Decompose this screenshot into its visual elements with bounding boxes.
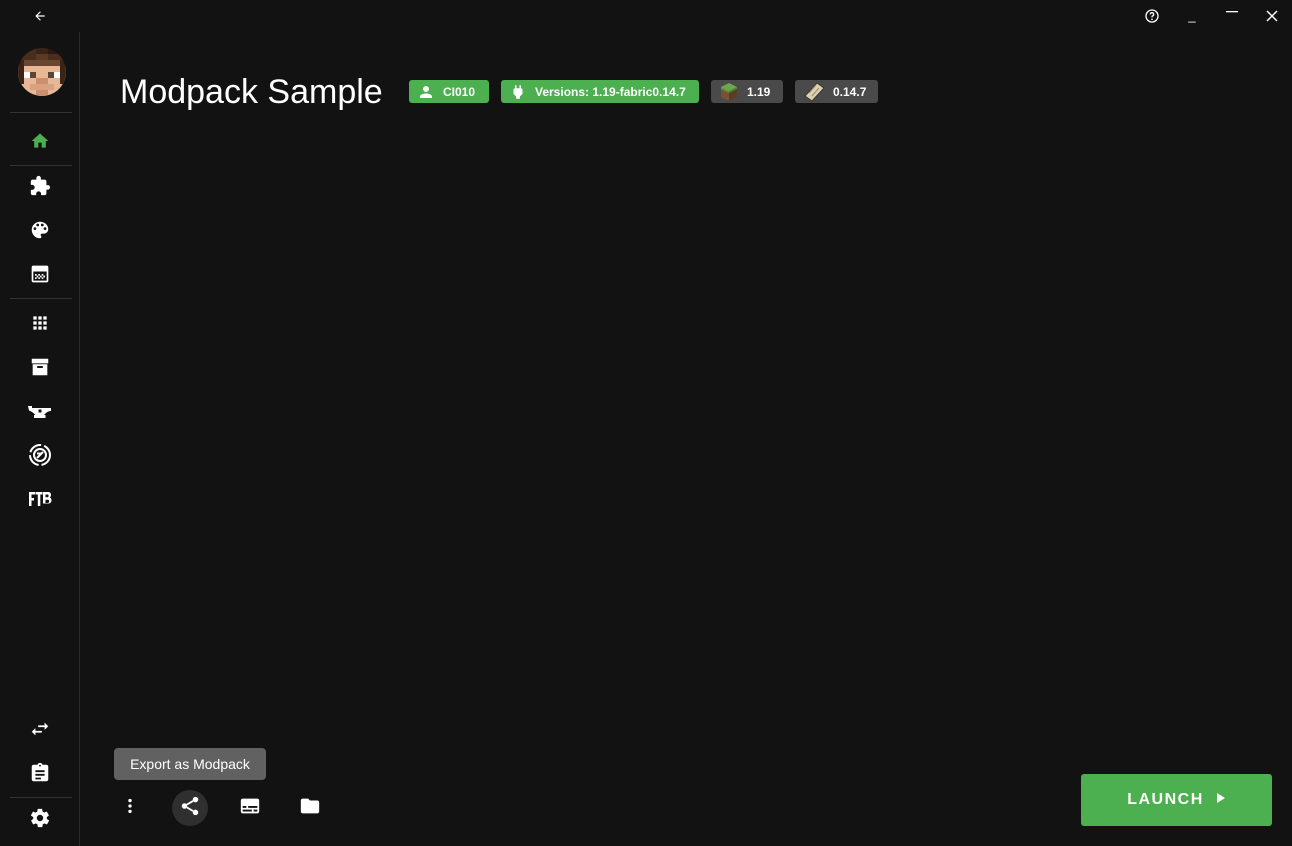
sidebar-item-ftb[interactable] <box>0 479 80 519</box>
sidebar-item-archive[interactable] <box>0 347 80 387</box>
page-title: Modpack Sample <box>120 73 383 111</box>
folder-icon <box>299 795 321 822</box>
help-circle-icon <box>1144 8 1160 24</box>
sidebar <box>0 32 80 846</box>
minecraft-version-label: 1.19 <box>747 84 771 99</box>
minimize-label: _ <box>1188 7 1196 23</box>
author-chip-label: CI010 <box>443 84 476 99</box>
sidebar-item-home[interactable] <box>0 121 80 161</box>
play-icon <box>1204 791 1226 809</box>
maximize-button[interactable] <box>1212 0 1252 32</box>
sidebar-item-mods[interactable] <box>0 166 80 206</box>
sidebar-item-library[interactable] <box>0 303 80 343</box>
avatar[interactable] <box>18 48 66 96</box>
sidebar-divider <box>10 112 72 113</box>
texture-icon <box>30 264 50 284</box>
ftb-icon <box>28 491 52 507</box>
back-button[interactable] <box>20 0 60 32</box>
sidebar-item-settings[interactable] <box>0 798 80 838</box>
grid-icon <box>30 313 50 333</box>
versions-chip-label: Versions: 1.19-fabric0.14.7 <box>535 84 686 99</box>
sidebar-item-resourcepacks[interactable] <box>0 210 80 250</box>
arrow-left-icon <box>33 9 47 23</box>
launch-button[interactable]: LAUNCH <box>1081 774 1272 826</box>
help-button[interactable] <box>1132 0 1172 32</box>
archive-icon <box>29 356 51 378</box>
gear-icon <box>29 807 51 829</box>
maximize-icon <box>1225 9 1239 23</box>
sidebar-divider <box>10 298 72 299</box>
sidebar-item-curseforge[interactable] <box>0 435 80 475</box>
loader-version-chip[interactable]: 0.14.7 <box>795 80 878 103</box>
launcher-window: _ Modpack Sample CI010 Versions: 1.19-fa… <box>0 0 1292 846</box>
close-icon <box>1266 10 1278 22</box>
curseforge-icon <box>28 443 52 467</box>
swap-icon <box>29 718 51 740</box>
title-bar: _ <box>0 0 1292 32</box>
sidebar-item-sync[interactable] <box>0 709 80 749</box>
clipboard-icon <box>29 762 51 784</box>
versions-chip[interactable]: Versions: 1.19-fabric0.14.7 <box>501 80 699 103</box>
share-button[interactable] <box>172 790 208 826</box>
close-button[interactable] <box>1252 0 1292 32</box>
folder-button[interactable] <box>292 790 328 826</box>
dots-vertical-icon <box>120 796 140 821</box>
author-chip[interactable]: CI010 <box>409 80 489 103</box>
export-tooltip: Export as Modpack <box>114 748 266 780</box>
launch-label: LAUNCH <box>1127 791 1204 808</box>
loader-version-label: 0.14.7 <box>833 84 867 99</box>
minimize-button[interactable]: _ <box>1172 0 1212 32</box>
subtitles-icon <box>239 795 261 822</box>
plug-icon <box>509 83 527 101</box>
puzzle-icon <box>29 175 51 197</box>
palette-icon <box>29 219 51 241</box>
logs-button[interactable] <box>232 790 268 826</box>
share-icon <box>179 795 201 822</box>
sidebar-item-saves[interactable] <box>0 254 80 294</box>
player-skin-avatar <box>18 48 66 96</box>
anvil-icon <box>27 400 53 422</box>
grass-block-icon <box>719 82 739 102</box>
person-icon <box>417 83 435 101</box>
sidebar-item-forge[interactable] <box>0 391 80 431</box>
home-icon <box>30 131 50 151</box>
minecraft-version-chip[interactable]: 1.19 <box>711 80 783 103</box>
more-button[interactable] <box>112 790 148 826</box>
sidebar-item-tasks[interactable] <box>0 753 80 793</box>
fabric-icon <box>803 81 825 102</box>
